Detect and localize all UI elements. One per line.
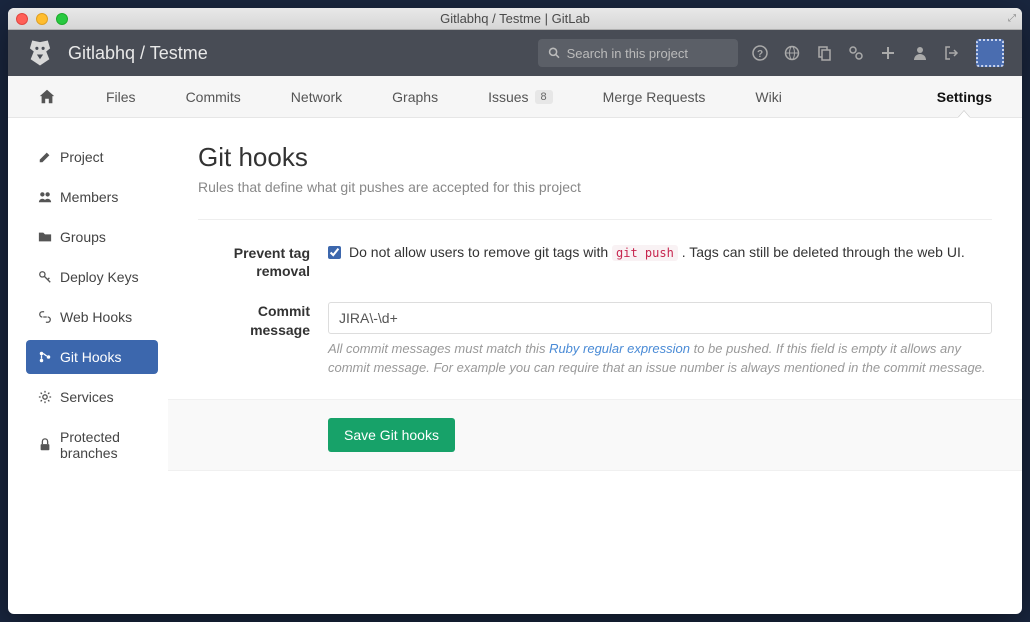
sidebar-label: Protected branches <box>60 429 146 461</box>
sidebar-label: Deploy Keys <box>60 269 139 285</box>
sidebar-label: Git Hooks <box>60 349 121 365</box>
form-actions: Save Git hooks <box>168 399 1022 471</box>
prevent-tag-removal-label: Prevent tag removal <box>198 244 328 280</box>
sidebar-label: Groups <box>60 229 106 245</box>
sidebar-item-members[interactable]: Members <box>26 180 158 214</box>
search-input[interactable] <box>567 46 728 61</box>
signout-icon[interactable] <box>944 45 960 61</box>
window-title: Gitlabhq / Testme | GitLab <box>8 11 1022 26</box>
issues-count-badge: 8 <box>535 90 553 104</box>
sidebar-label: Web Hooks <box>60 309 132 325</box>
window-minimize-button[interactable] <box>36 13 48 25</box>
git-push-code: git push <box>612 245 678 261</box>
ruby-regex-link[interactable]: Ruby regular expression <box>549 341 690 356</box>
main-content: Git hooks Rules that define what git pus… <box>168 118 1022 614</box>
sidebar-item-deploy-keys[interactable]: Deploy Keys <box>26 260 158 294</box>
globe-icon[interactable] <box>784 45 800 61</box>
window-titlebar: Gitlabhq / Testme | GitLab ⤢ <box>8 8 1022 30</box>
users-icon <box>38 190 52 204</box>
sidebar-label: Project <box>60 149 104 165</box>
nav-issues[interactable]: Issues 8 <box>488 89 553 105</box>
pencil-icon <box>38 150 52 164</box>
nav-files[interactable]: Files <box>106 89 136 105</box>
commit-message-input[interactable] <box>328 302 992 334</box>
prevent-tag-removal-option[interactable]: Do not allow users to remove git tags wi… <box>328 244 992 260</box>
project-nav: Files Commits Network Graphs Issues 8 Me… <box>8 76 1022 118</box>
sidebar-item-services[interactable]: Services <box>26 380 158 414</box>
sidebar-label: Members <box>60 189 118 205</box>
home-icon <box>38 88 56 106</box>
nav-wiki[interactable]: Wiki <box>755 89 781 105</box>
project-breadcrumb[interactable]: Gitlabhq / Testme <box>68 43 524 64</box>
search-icon <box>548 46 561 60</box>
commit-message-label: Commit message <box>198 302 328 376</box>
svg-text:?: ? <box>757 49 763 60</box>
user-avatar[interactable] <box>976 39 1004 67</box>
copy-icon[interactable] <box>816 45 832 61</box>
plus-icon[interactable] <box>880 45 896 61</box>
window-maximize-button[interactable] <box>56 13 68 25</box>
prevent-tag-removal-checkbox[interactable] <box>328 246 341 259</box>
nav-commits[interactable]: Commits <box>186 89 241 105</box>
key-icon <box>38 270 52 284</box>
user-icon[interactable] <box>912 45 928 61</box>
sidebar-item-git-hooks[interactable]: Git Hooks <box>26 340 158 374</box>
nav-network[interactable]: Network <box>291 89 342 105</box>
git-icon <box>38 350 52 364</box>
lock-icon <box>38 438 52 452</box>
sidebar-item-project[interactable]: Project <box>26 140 158 174</box>
save-git-hooks-button[interactable]: Save Git hooks <box>328 418 455 452</box>
link-icon <box>38 310 52 324</box>
top-bar: Gitlabhq / Testme ? <box>8 30 1022 76</box>
window-close-button[interactable] <box>16 13 28 25</box>
page-title: Git hooks <box>198 142 992 173</box>
nav-merge-requests[interactable]: Merge Requests <box>603 89 706 105</box>
search-box[interactable] <box>538 39 738 67</box>
settings-sidebar: Project Members Groups Deploy Keys Web H… <box>8 118 168 614</box>
help-icon[interactable]: ? <box>752 45 768 61</box>
settings-gears-icon[interactable] <box>848 45 864 61</box>
sidebar-label: Services <box>60 389 114 405</box>
nav-settings[interactable]: Settings <box>937 89 992 105</box>
gear-icon <box>38 390 52 404</box>
sidebar-item-web-hooks[interactable]: Web Hooks <box>26 300 158 334</box>
sidebar-item-protected-branches[interactable]: Protected branches <box>26 420 158 470</box>
nav-issues-label: Issues <box>488 89 528 105</box>
folder-icon <box>38 230 52 244</box>
nav-graphs[interactable]: Graphs <box>392 89 438 105</box>
nav-home[interactable] <box>38 88 56 106</box>
window-expand-icon[interactable]: ⤢ <box>1008 13 1016 24</box>
commit-message-help: All commit messages must match this Ruby… <box>328 340 992 376</box>
prevent-tag-removal-text: Do not allow users to remove git tags wi… <box>349 244 965 260</box>
sidebar-item-groups[interactable]: Groups <box>26 220 158 254</box>
page-description: Rules that define what git pushes are ac… <box>198 179 992 195</box>
gitlab-logo-icon[interactable] <box>26 39 54 67</box>
